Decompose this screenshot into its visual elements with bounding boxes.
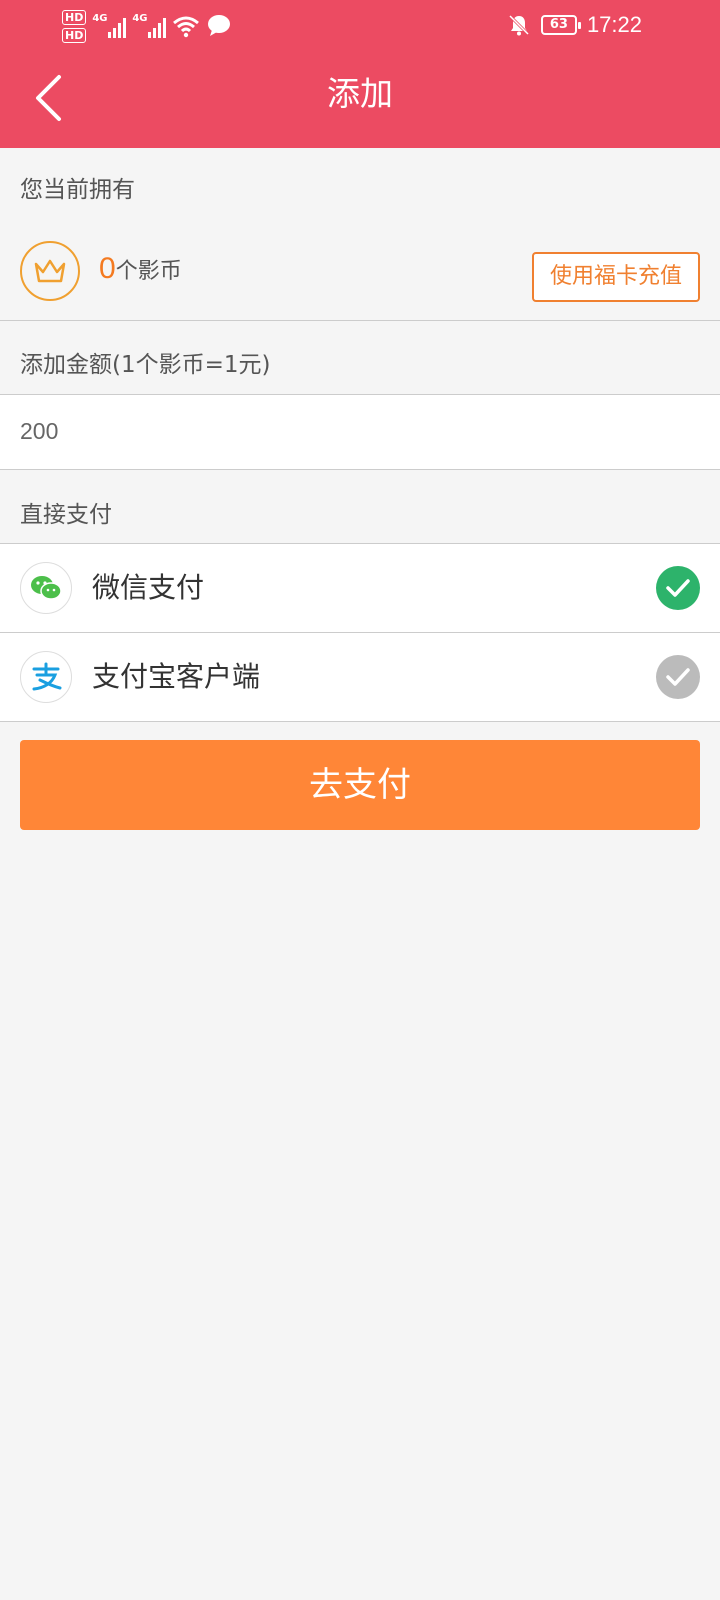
payment-option-alipay[interactable]: 支付宝客户端 <box>0 633 720 721</box>
hd-indicators: HD HD <box>62 9 87 43</box>
clock: 17:22 <box>586 12 642 37</box>
balance-row: 0个影币 使用福卡充值 <box>0 218 720 320</box>
status-bar: HD HD 4G 4G 63 17:22 <box>0 0 720 50</box>
network-type-2: 4G <box>132 13 148 24</box>
amount-label: 添加金额(1个影币=1元) <box>20 352 271 378</box>
payment-method-label: 微信支付 <box>92 571 205 604</box>
divider <box>0 320 720 321</box>
hd-badge-2: HD <box>62 27 87 43</box>
amount-value[interactable]: 200 <box>20 418 58 445</box>
message-icon <box>208 15 231 36</box>
balance-unit: 个影币 <box>115 259 182 284</box>
divider <box>0 469 720 470</box>
network-type-1: 4G <box>92 13 108 24</box>
crown-badge <box>20 241 80 301</box>
status-left: HD HD 4G 4G <box>62 6 232 46</box>
battery-indicator: 63 <box>540 15 581 35</box>
wifi-icon <box>173 16 200 38</box>
alipay-icon <box>20 651 72 703</box>
status-right: 63 17:22 <box>507 10 642 40</box>
notifications-off-icon <box>508 14 529 36</box>
balance-amount: 0个影币 <box>99 252 182 289</box>
payment-method-label: 支付宝客户端 <box>92 660 261 693</box>
balance-number: 0 <box>99 252 116 285</box>
wechat-icon <box>20 562 72 614</box>
check-unselected-icon <box>656 655 700 699</box>
payment-option-wechat[interactable]: 微信支付 <box>0 544 720 632</box>
signal-2-icon: 4G <box>132 13 167 38</box>
check-selected-icon <box>656 566 700 610</box>
signal-1-icon: 4G <box>92 13 127 38</box>
hd-badge-1: HD <box>62 9 87 25</box>
recharge-with-card-button[interactable]: 使用福卡充值 <box>532 252 700 302</box>
balance-label: 您当前拥有 <box>20 177 135 203</box>
app-header: HD HD 4G 4G 63 17:22 添加 <box>0 0 720 148</box>
crown-icon <box>34 259 66 283</box>
amount-input[interactable] <box>0 395 720 469</box>
go-pay-button[interactable]: 去支付 <box>20 740 700 830</box>
page-title: 添加 <box>327 74 393 113</box>
divider <box>0 721 720 722</box>
payment-label: 直接支付 <box>20 502 112 528</box>
